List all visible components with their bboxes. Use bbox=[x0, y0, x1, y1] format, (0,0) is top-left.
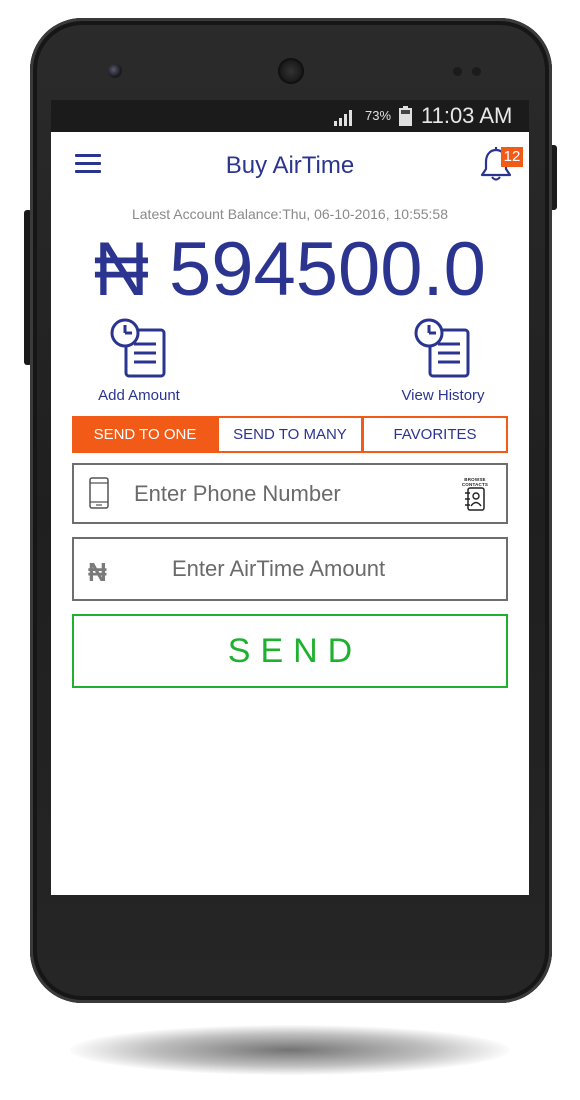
browse-contacts-button[interactable]: BROWSE CONTACTS bbox=[460, 477, 490, 513]
status-bar: 73% 11:03 AM bbox=[51, 100, 529, 132]
browse-contacts-label: BROWSE CONTACTS bbox=[461, 477, 489, 487]
tab-favorites[interactable]: FAVORITES bbox=[364, 418, 506, 451]
phone-number-input[interactable] bbox=[134, 465, 434, 522]
airtime-amount-input[interactable] bbox=[172, 539, 472, 599]
view-history-button[interactable]: View History bbox=[395, 318, 491, 404]
clock-document-icon bbox=[110, 318, 166, 378]
contacts-book-icon bbox=[465, 487, 485, 511]
phone-number-field: BROWSE CONTACTS bbox=[72, 463, 508, 524]
device-shadow bbox=[70, 1025, 510, 1075]
balance-label: Latest Account Balance:Thu, 06-10-2016, … bbox=[131, 206, 448, 222]
notification-badge: 12 bbox=[501, 147, 523, 167]
phone-icon bbox=[89, 477, 109, 509]
send-mode-tabs: SEND TO ONE SEND TO MANY FAVORITES bbox=[72, 416, 508, 453]
front-camera bbox=[108, 64, 122, 78]
tab-send-to-one[interactable]: SEND TO ONE bbox=[74, 418, 216, 451]
balance-amount-row: ₦ 594500.0 bbox=[51, 228, 529, 312]
add-amount-button[interactable]: Add Amount bbox=[91, 318, 187, 404]
airtime-amount-field: ₦ bbox=[72, 537, 508, 601]
naira-symbol: ₦ bbox=[94, 227, 149, 312]
earpiece-speaker bbox=[278, 58, 304, 84]
balance-amount: 594500.0 bbox=[168, 227, 486, 312]
clock-time: 11:03 AM bbox=[421, 103, 513, 128]
send-button[interactable]: SEND bbox=[72, 614, 508, 688]
signal-icon bbox=[334, 110, 352, 126]
light-sensor bbox=[472, 67, 481, 76]
page-title: Buy AirTime bbox=[225, 152, 355, 179]
view-history-label: View History bbox=[401, 387, 485, 404]
add-amount-label: Add Amount bbox=[98, 387, 180, 404]
naira-icon: ₦ bbox=[88, 557, 107, 587]
app-bar: Buy AirTime 12 bbox=[51, 132, 529, 202]
battery-percent: 73% bbox=[365, 108, 392, 123]
proximity-sensor bbox=[453, 67, 462, 76]
battery-icon bbox=[399, 106, 412, 126]
screen: 73% 11:03 AM Buy AirTime 12 Latest Accou… bbox=[51, 100, 529, 895]
clock-document-icon bbox=[414, 318, 470, 378]
tab-send-to-many[interactable]: SEND TO MANY bbox=[219, 418, 361, 451]
